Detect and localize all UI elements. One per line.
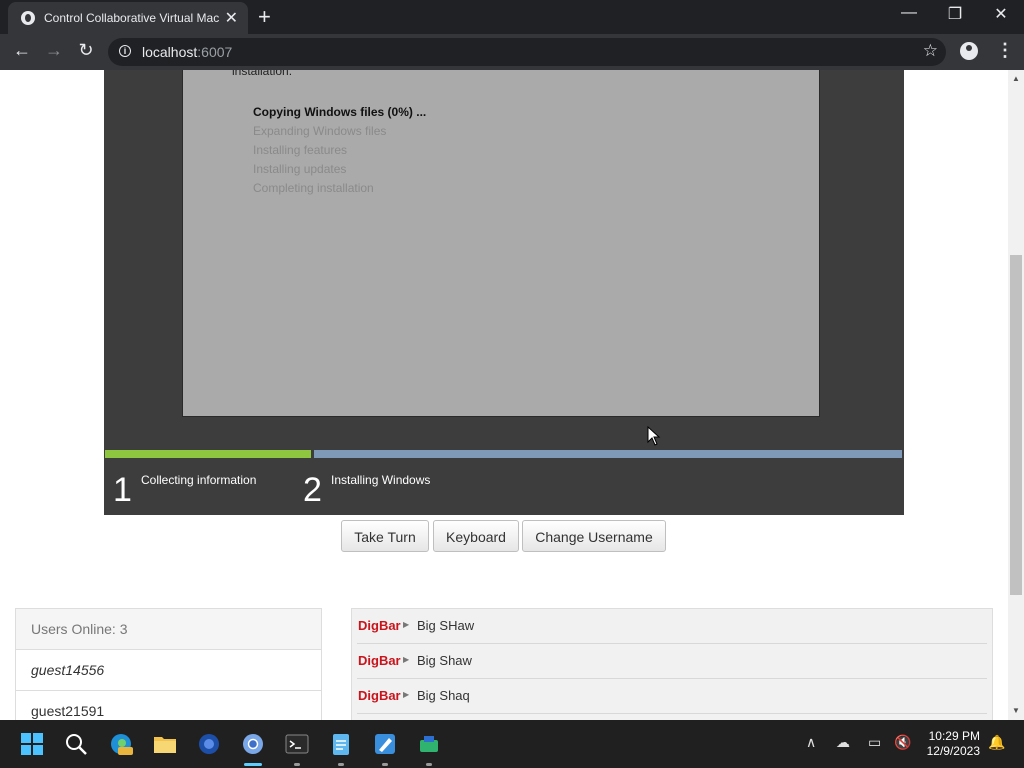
network-icon[interactable]: ▭ [868,734,881,751]
chat-username: DigBar [358,618,401,633]
app-indicator [338,763,344,766]
chat-text: Big SHaw [417,618,475,633]
setup-progress-bar [104,449,904,459]
tab-title: Control Collaborative Virtual Mac [44,11,220,25]
notifications-bell-icon[interactable]: 🔔 [988,734,1005,751]
bookmark-star-icon[interactable]: ☆ [923,41,938,61]
phase-number: 1 [113,471,132,509]
user-list-item: guest14556 [16,650,321,691]
clock-date: 12/9/2023 [926,744,980,758]
new-tab-icon[interactable]: + [258,4,271,30]
page-scrollbar[interactable]: ▲ ▼ [1008,70,1024,720]
phase-label: Installing Windows [331,473,431,487]
chat-username: DigBar [358,653,401,668]
active-app-indicator [244,763,262,766]
url-host: localhost [142,44,198,60]
edge-preview-icon[interactable] [109,732,133,756]
app-indicator [426,763,432,766]
setup-intro-text: installation. [232,70,293,78]
site-info-icon[interactable]: i [119,45,131,57]
clock-time: 10:29 PM [928,729,980,743]
windows-taskbar: ∧ ☁ ▭ 🔇 10:29 PM 12/9/2023 🔔 [0,720,1024,768]
vm-screen[interactable]: installation. Copying Windows files (0%)… [104,70,904,515]
scroll-down-icon[interactable]: ▼ [1012,706,1020,715]
tray-chevron-up-icon[interactable]: ∧ [806,734,816,751]
setup-step: Expanding Windows files [253,124,387,138]
taskbar-clock[interactable]: 10:29 PM 12/9/2023 [922,729,980,759]
take-turn-button[interactable]: Take Turn [341,520,429,552]
chat-username: DigBar [358,688,401,703]
terminal-icon[interactable] [285,732,309,756]
tab-close-icon[interactable]: ✕ [225,8,238,28]
browser-toolbar: ← → ↻ i localhost:6007 ☆ ⋮ [0,34,1024,70]
notepad-icon[interactable] [329,732,353,756]
browser-tab[interactable]: Control Collaborative Virtual Mac ✕ [8,2,248,34]
progress-completed [105,450,311,458]
keyboard-button[interactable]: Keyboard [433,520,519,552]
firefox-icon[interactable] [197,732,221,756]
chat-arrow-icon: ▶ [403,655,410,664]
forward-icon[interactable]: → [42,40,66,61]
url-port: :6007 [197,44,233,60]
page-content: installation. Copying Windows files (0%)… [0,70,1008,720]
volume-muted-icon[interactable]: 🔇 [894,734,911,751]
phase-label: Collecting information [141,473,257,487]
browser-titlebar: Control Collaborative Virtual Mac ✕ + — … [0,0,1024,34]
paint-icon[interactable] [373,732,397,756]
chrome-icon[interactable] [241,732,265,756]
profile-icon[interactable] [960,42,978,60]
window-close-icon[interactable]: ✕ [978,4,1024,24]
onedrive-icon[interactable]: ☁ [836,734,850,751]
progress-remaining [314,450,902,458]
chat-message: DigBar ▶ Big SHaw [357,609,987,644]
app-indicator [294,763,300,766]
address-bar[interactable]: i localhost:6007 ☆ [108,38,946,66]
chat-message: DigBar ▶ Big Shaq [357,679,987,714]
chat-arrow-icon: ▶ [403,620,410,629]
app-icon[interactable] [417,732,441,756]
chat-text: Big Shaq [417,688,470,703]
minimize-icon[interactable]: — [886,4,932,22]
search-icon[interactable] [64,732,88,756]
user-list-item: guest21591 [16,691,321,720]
chat-text: Big Shaw [417,653,472,668]
setup-window: installation. Copying Windows files (0%)… [182,70,820,417]
phase-number: 2 [303,471,322,509]
tab-favicon-icon [21,11,35,25]
setup-step: Copying Windows files (0%) ... [253,105,427,119]
setup-step: Installing features [253,143,348,157]
app-indicator [382,763,388,766]
file-explorer-icon[interactable] [153,732,177,756]
menu-kebab-icon[interactable]: ⋮ [996,40,1014,61]
reload-icon[interactable]: ↻ [74,40,98,61]
setup-step: Completing installation [253,181,374,195]
windows-start-icon[interactable] [20,732,44,756]
setup-step: Installing updates [253,162,347,176]
users-online-header: Users Online: 3 [16,609,321,650]
back-icon[interactable]: ← [10,40,34,61]
change-username-button[interactable]: Change Username [522,520,666,552]
scrollbar-thumb[interactable] [1010,255,1022,595]
chat-panel: DigBar ▶ Big SHaw DigBar ▶ Big Shaw DigB… [351,608,993,720]
chat-message: DigBar ▶ Big Shaw [357,644,987,679]
chat-arrow-icon: ▶ [403,690,410,699]
users-online-panel: Users Online: 3 guest14556 guest21591 [15,608,322,720]
scroll-up-icon[interactable]: ▲ [1012,74,1020,83]
restore-icon[interactable]: ❐ [932,4,978,24]
url-text: localhost:6007 [142,44,232,60]
